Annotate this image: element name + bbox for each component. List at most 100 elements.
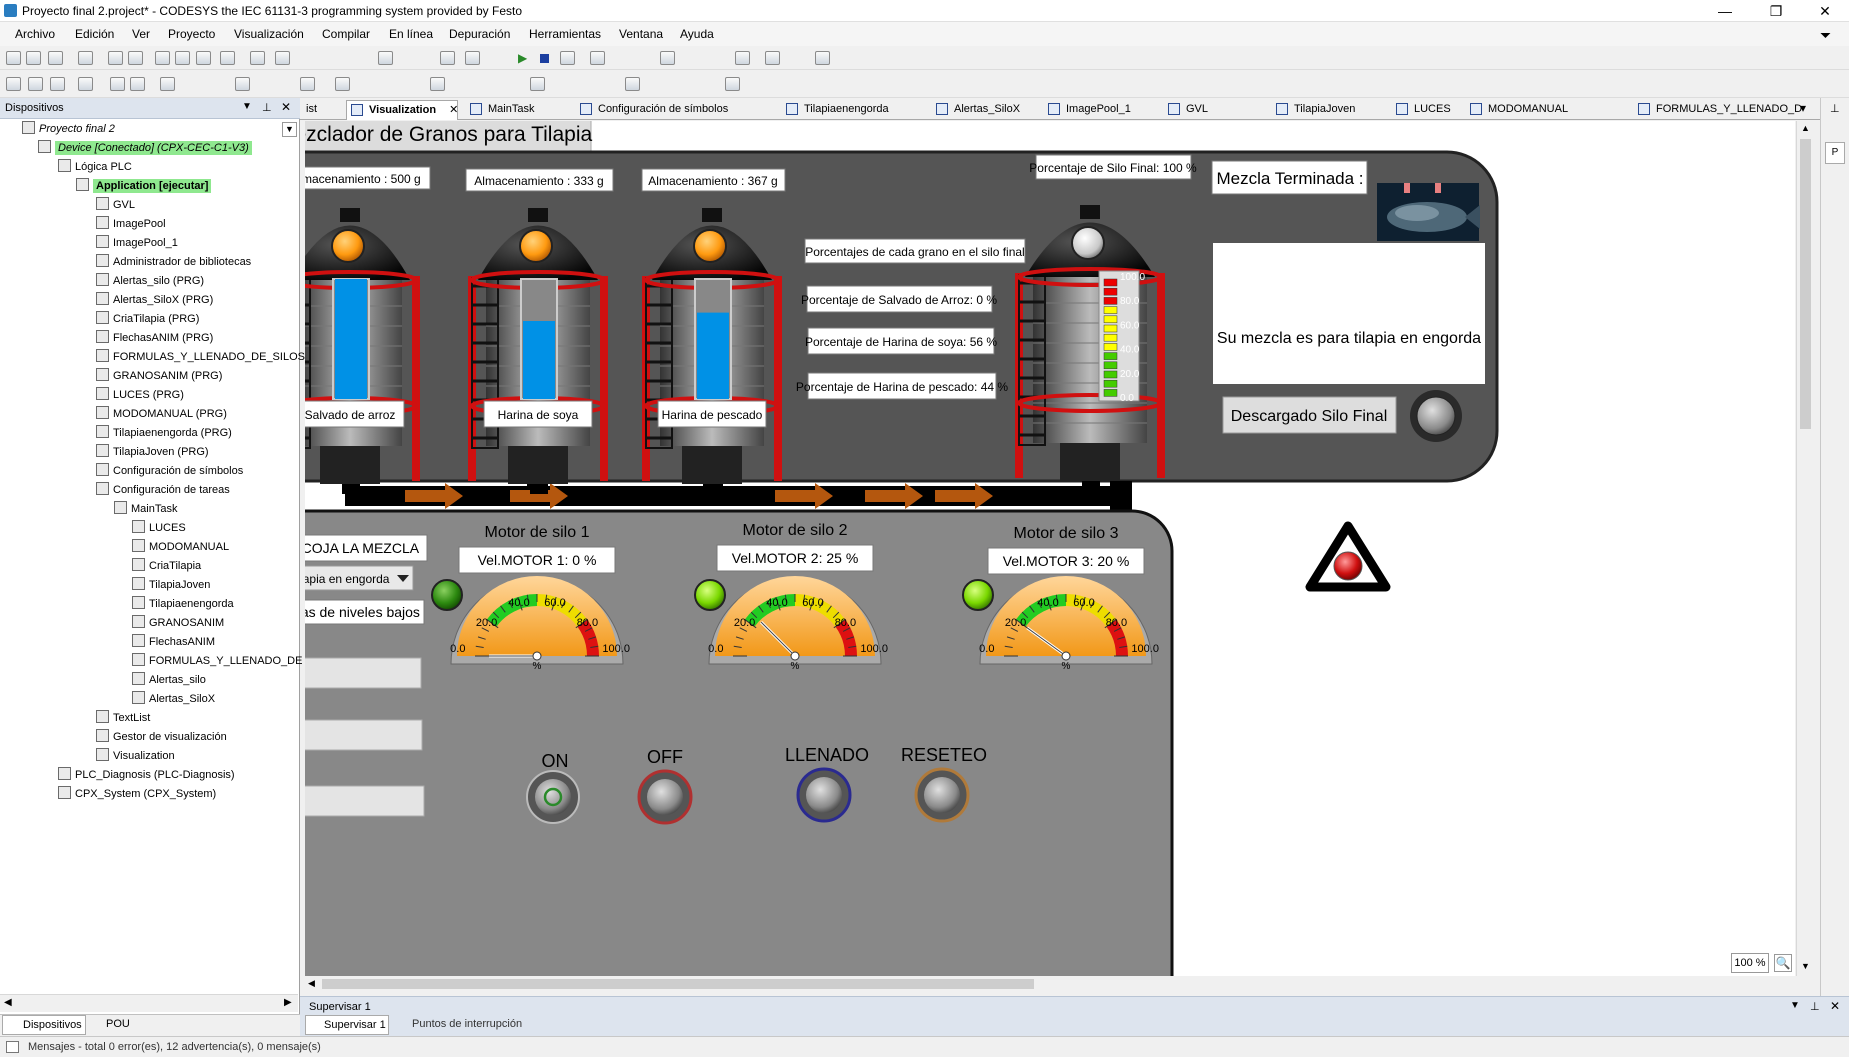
undo-icon[interactable]: [108, 51, 123, 65]
redo-icon[interactable]: [128, 51, 143, 65]
ungroup-icon[interactable]: [130, 77, 145, 91]
stop-icon[interactable]: [540, 54, 549, 63]
tab-configuraci-n-de-s-mbolos[interactable]: Configuración de símbolos: [576, 100, 772, 120]
save-icon[interactable]: [48, 51, 63, 65]
tab-breakpoints[interactable]: Puntos de interrupción: [412, 1018, 522, 1030]
menu-proyecto[interactable]: Proyecto: [168, 27, 215, 41]
tab-imagepool-1[interactable]: ImagePool_1: [1044, 100, 1154, 120]
pin-icon[interactable]: ⊥: [1810, 1000, 1820, 1013]
copy-icon[interactable]: [175, 51, 190, 65]
minimize-button[interactable]: —: [1705, 1, 1745, 21]
tree-item[interactable]: Alertas_silo (PRG): [96, 272, 204, 291]
force-icon[interactable]: [765, 51, 780, 65]
tree-item[interactable]: Configuración de símbolos: [96, 462, 243, 481]
layer-icon[interactable]: [625, 77, 640, 91]
tree-item[interactable]: Lógica PLC: [58, 158, 132, 177]
close-button[interactable]: ✕: [1805, 1, 1845, 21]
tree-scroll-button[interactable]: ▼: [282, 122, 297, 137]
maximize-button[interactable]: ❐: [1756, 1, 1796, 21]
hscroll-left-icon[interactable]: ◀: [308, 978, 315, 989]
breakpoint-icon[interactable]: [660, 51, 675, 65]
off-button-knob[interactable]: [647, 779, 683, 815]
menu-archivo[interactable]: Archivo: [15, 27, 55, 41]
zoom-icon[interactable]: [815, 51, 830, 65]
tree-item[interactable]: Alertas_silo: [132, 671, 206, 690]
close-tab-icon[interactable]: ✕: [446, 104, 458, 116]
tree-item[interactable]: Alertas_SiloX (PRG): [96, 291, 213, 310]
logout-icon[interactable]: [465, 51, 480, 65]
tree-item[interactable]: LUCES: [132, 519, 186, 538]
vscroll-thumb[interactable]: [1800, 139, 1811, 429]
tree-hscrollbar[interactable]: ◀ ▶: [0, 994, 298, 1012]
dropdown-icon[interactable]: ▼: [242, 101, 252, 112]
close-panel-icon[interactable]: ✕: [281, 100, 291, 114]
tree-item[interactable]: Gestor de visualización: [96, 728, 227, 747]
scroll-up-icon[interactable]: ▲: [1801, 123, 1810, 133]
menu-compilar[interactable]: Compilar: [322, 27, 370, 41]
tab-devices[interactable]: Dispositivos: [2, 1015, 86, 1035]
tree-item[interactable]: ImagePool: [96, 215, 166, 234]
dropdown-icon[interactable]: ▼: [1790, 1000, 1800, 1011]
group-icon[interactable]: [110, 77, 125, 91]
menu-edicion[interactable]: Edición: [75, 27, 114, 41]
menu-ayuda[interactable]: Ayuda: [680, 27, 714, 41]
tab-watch-1[interactable]: Supervisar 1: [305, 1015, 389, 1035]
tree-item[interactable]: CPX_System (CPX_System): [58, 785, 216, 804]
tree-item[interactable]: Tilapiaenengorda: [132, 595, 234, 614]
tree-item[interactable]: Administrador de bibliotecas: [96, 253, 251, 272]
tab-list-dropdown-icon[interactable]: ▾: [1800, 101, 1806, 115]
tree-item[interactable]: CriaTilapia: [132, 557, 201, 576]
tree-item[interactable]: PLC_Diagnosis (PLC-Diagnosis): [58, 766, 235, 785]
align-right-icon[interactable]: [50, 77, 65, 91]
discharge-button-knob[interactable]: [1416, 396, 1456, 436]
pin-icon[interactable]: ⊥: [1830, 102, 1840, 115]
scroll-right-icon[interactable]: ▶: [284, 997, 292, 1008]
properties-tab[interactable]: P: [1825, 142, 1845, 164]
filter-icon[interactable]: ⏷: [1820, 27, 1831, 44]
canvas-hscrollbar[interactable]: ◀: [305, 976, 1796, 992]
same-width-icon[interactable]: [335, 77, 350, 91]
replace-icon[interactable]: [275, 51, 290, 65]
tab-tilapiaenengorda[interactable]: Tilapiaenengorda: [782, 100, 922, 120]
zoom-box[interactable]: 100 %: [1731, 953, 1769, 973]
tree-item[interactable]: MODOMANUAL (PRG): [96, 405, 227, 424]
login-icon[interactable]: [440, 51, 455, 65]
tree-item[interactable]: GRANOSANIM (PRG): [96, 367, 222, 386]
same-height-icon[interactable]: [430, 77, 445, 91]
tree-item[interactable]: FORMULAS_Y_LLENADO_DE_SILOS: [96, 348, 305, 367]
menu-ventana[interactable]: Ventana: [619, 27, 663, 41]
tree-item[interactable]: FlechasANIM (PRG): [96, 329, 213, 348]
tree-item[interactable]: TilapiaJoven: [132, 576, 210, 595]
tree-item[interactable]: CriaTilapia (PRG): [96, 310, 199, 329]
tree-item[interactable]: FORMULAS_Y_LLENADO_DE: [132, 652, 302, 671]
run-icon[interactable]: ▶: [518, 51, 527, 65]
tab-gvl[interactable]: GVL: [1164, 100, 1264, 120]
reset-icon[interactable]: [560, 51, 575, 65]
tab-alertas-silox[interactable]: Alertas_SiloX: [932, 100, 1032, 120]
tree-item[interactable]: Alertas_SiloX: [132, 690, 215, 709]
distribute-icon[interactable]: [160, 77, 175, 91]
paste-icon[interactable]: [196, 51, 211, 65]
zoom-icon[interactable]: 🔍: [1774, 954, 1792, 972]
menu-herramientas[interactable]: Herramientas: [529, 27, 601, 41]
tree-item[interactable]: Configuración de tareas: [96, 481, 230, 500]
menu-en-linea[interactable]: En línea: [389, 27, 433, 41]
fill-button-knob[interactable]: [806, 777, 842, 813]
canvas-vscrollbar[interactable]: ▲ ▼: [1796, 121, 1814, 976]
tree-item[interactable]: Application [ejecutar]: [76, 177, 212, 196]
order-icon[interactable]: [530, 77, 545, 91]
menu-depuracion[interactable]: Depuración: [449, 27, 510, 41]
tree-item[interactable]: GVL: [96, 196, 135, 215]
menu-ver[interactable]: Ver: [132, 27, 150, 41]
tree-item[interactable]: Proyecto final 2: [22, 120, 115, 139]
find-icon[interactable]: [250, 51, 265, 65]
tab-maintask[interactable]: MainTask: [466, 100, 566, 120]
tree-item[interactable]: Tilapiaenengorda (PRG): [96, 424, 232, 443]
reset-button-knob[interactable]: [924, 777, 960, 813]
step-icon[interactable]: [590, 51, 605, 65]
align-left-icon[interactable]: [6, 77, 21, 91]
tab-pou[interactable]: POU: [106, 1018, 130, 1030]
tab-luces[interactable]: LUCES: [1392, 100, 1456, 120]
bring-front-icon[interactable]: [235, 77, 250, 91]
hscroll-thumb[interactable]: [322, 979, 1034, 989]
